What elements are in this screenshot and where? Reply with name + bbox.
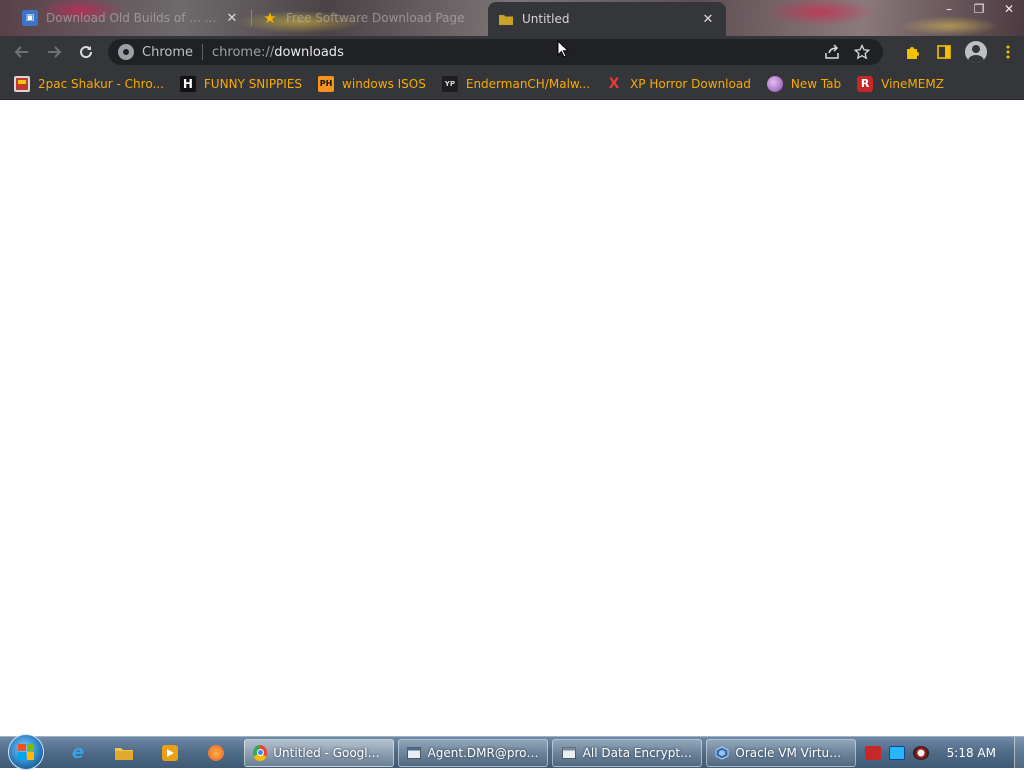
network-icon[interactable] — [888, 745, 905, 760]
close-icon[interactable]: ✕ — [700, 11, 716, 27]
mouse-cursor-icon — [557, 40, 569, 58]
window-icon — [407, 745, 422, 761]
reload-icon — [80, 46, 93, 59]
restore-button[interactable]: ❐ — [964, 0, 994, 18]
url-scheme: chrome:// — [212, 44, 275, 60]
profile-button[interactable] — [960, 36, 992, 68]
toolbar-right — [896, 36, 1024, 68]
tab-free-software[interactable]: ★ Free Software Download Page — [252, 2, 486, 34]
folder-icon — [498, 11, 514, 27]
avatar-icon — [965, 41, 987, 63]
image-icon — [14, 75, 30, 92]
clock[interactable]: 5:18 AM — [947, 746, 996, 760]
bookmark-endermanch[interactable]: YP EndermanCH/Malw... — [436, 71, 596, 97]
windows-logo-icon — [18, 743, 34, 760]
minimize-button[interactable]: – — [934, 0, 964, 18]
task-label: Oracle VM VirtualB... — [735, 745, 847, 760]
internet-explorer-button[interactable]: e — [58, 738, 98, 768]
bookmark-label: EndermanCH/Malw... — [465, 76, 591, 91]
url-text[interactable]: chrome://downloads — [212, 45, 344, 60]
chrome-chip: Chrome — [142, 44, 193, 60]
task-all-data-encrypted[interactable]: All Data Encrypted — [552, 738, 702, 767]
virtualbox-icon — [715, 745, 729, 761]
url-host: downloads — [274, 44, 344, 60]
window-controls: – ❐ ✕ — [934, 0, 1024, 18]
app-icon — [208, 744, 224, 761]
tab-label: Free Software Download Page — [286, 11, 465, 25]
puzzle-icon — [907, 47, 919, 59]
yp-icon: YP — [441, 75, 458, 92]
start-button[interactable] — [8, 733, 44, 770]
bookmark-label: New Tab — [790, 76, 842, 91]
bookmark-windows-isos[interactable]: PH windows ISOS — [312, 71, 432, 97]
close-icon[interactable]: ✕ — [224, 10, 240, 26]
side-panel-button[interactable] — [928, 36, 960, 68]
media-player-button[interactable] — [150, 738, 190, 768]
tab-oracle[interactable]: ▣ Download Old Builds of ... - Oracle ✕ — [12, 2, 250, 34]
bookmark-label: windows ISOS — [342, 76, 426, 91]
bookmark-xp-horror[interactable]: X XP Horror Download — [600, 71, 757, 97]
oracle-icon: ▣ — [22, 10, 38, 26]
tab-label: Untitled — [522, 12, 570, 26]
ie-icon: e — [71, 742, 85, 763]
task-agent-dmr[interactable]: Agent.DMR@proto... — [398, 738, 548, 767]
tab-label: Download Old Builds of ... - Oracle — [46, 11, 218, 25]
task-chrome[interactable]: Untitled - Google C... — [244, 738, 394, 767]
window-icon — [561, 745, 577, 761]
back-button[interactable] — [6, 36, 38, 68]
forward-button[interactable] — [38, 36, 70, 68]
task-virtualbox[interactable]: Oracle VM VirtualB... — [706, 738, 856, 767]
h-icon: H — [179, 75, 196, 92]
bookmark-label: VineMEMZ — [881, 76, 944, 91]
reload-button[interactable] — [70, 36, 102, 68]
show-desktop-button[interactable] — [1014, 736, 1024, 769]
r-icon: R — [857, 75, 874, 92]
close-window-button[interactable]: ✕ — [994, 0, 1024, 18]
menu-button[interactable] — [992, 36, 1024, 68]
bookmark-funny-snippies[interactable]: H FUNNY SNIPPIES — [174, 71, 308, 97]
task-label: Untitled - Google C... — [273, 745, 385, 760]
bookmark-new-tab[interactable]: New Tab — [761, 71, 847, 97]
arrow-right-icon — [48, 46, 62, 58]
globe-icon — [766, 75, 783, 92]
bookmark-star-button[interactable] — [847, 39, 877, 65]
bookmarks-bar: 2pac Shakur - Chro... H FUNNY SNIPPIES P… — [0, 68, 1024, 100]
flag-icon[interactable] — [864, 745, 881, 760]
tab-untitled[interactable]: Untitled ✕ — [488, 2, 726, 36]
ph-icon: PH — [318, 75, 335, 92]
share-button[interactable] — [817, 39, 847, 65]
side-panel-icon — [937, 45, 951, 59]
share-icon — [825, 44, 839, 59]
bookmark-label: FUNNY SNIPPIES — [203, 76, 303, 91]
omnibox-actions — [817, 39, 877, 65]
task-label: Agent.DMR@proto... — [427, 745, 539, 760]
bookmark-label: XP Horror Download — [630, 76, 751, 91]
app-button[interactable] — [196, 738, 236, 768]
bookmark-2pac[interactable]: 2pac Shakur - Chro... — [8, 71, 170, 97]
more-vert-icon — [1006, 45, 1010, 59]
chrome-icon — [253, 744, 268, 761]
volume-icon[interactable] — [912, 745, 929, 760]
bookmark-vinememz[interactable]: R VineMEMZ — [851, 71, 950, 97]
page-content[interactable] — [0, 101, 1024, 736]
taskbar: e Untitled - Google C... Agent.DMR@proto… — [0, 733, 1024, 770]
chrome-site-icon[interactable] — [118, 44, 134, 60]
folder-icon — [115, 747, 133, 760]
system-tray: 5:18 AM — [857, 737, 1014, 769]
extensions-button[interactable] — [896, 36, 928, 68]
task-label: All Data Encrypted — [582, 745, 693, 760]
bookmark-label: 2pac Shakur - Chro... — [38, 76, 164, 91]
address-bar[interactable]: Chrome chrome://downloads — [108, 39, 883, 65]
media-player-icon — [162, 744, 178, 761]
tab-strip: ▣ Download Old Builds of ... - Oracle ✕ … — [0, 0, 1024, 36]
arrow-left-icon — [14, 46, 28, 58]
explorer-button[interactable] — [104, 738, 144, 768]
star-icon: ★ — [263, 9, 277, 27]
toolbar: Chrome chrome://downloads — [0, 36, 1024, 68]
x-icon: X — [608, 75, 620, 92]
omnibox-divider — [202, 44, 203, 60]
star-outline-icon — [854, 44, 870, 60]
